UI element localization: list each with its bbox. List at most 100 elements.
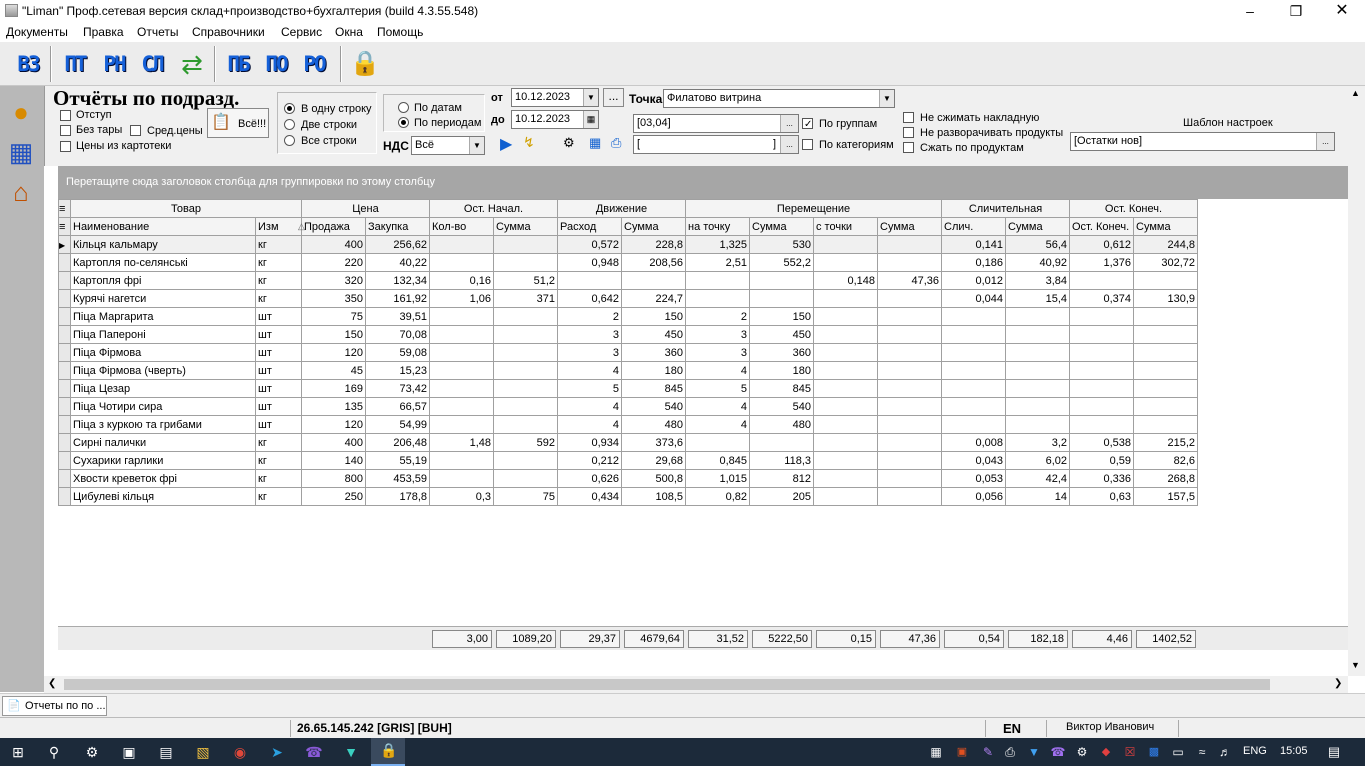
table-row[interactable]: Піца Чотири сира шт 135 66,57 4 540 4 540: [58, 397, 1198, 416]
sredceny-checkbox[interactable]: [130, 125, 141, 139]
chevron-down-icon[interactable]: ▼: [469, 137, 484, 154]
table-cell[interactable]: 75: [301, 307, 366, 326]
table-cell[interactable]: [877, 397, 942, 416]
table-cell[interactable]: 66,57: [365, 397, 430, 416]
table-cell[interactable]: [493, 235, 558, 254]
table-cell[interactable]: 845: [749, 379, 814, 398]
table-cell[interactable]: 228,8: [621, 235, 686, 254]
column-header[interactable]: Сумма: [749, 217, 814, 236]
band-header[interactable]: Перемещение: [685, 199, 942, 218]
table-cell[interactable]: [685, 433, 750, 452]
table-cell[interactable]: 3: [685, 325, 750, 344]
table-cell[interactable]: 4: [557, 361, 622, 380]
table-cell[interactable]: 812: [749, 469, 814, 488]
band-header[interactable]: Цена: [301, 199, 430, 218]
table-cell[interactable]: 0,186: [941, 253, 1006, 272]
tray-printer-icon[interactable]: ⎙: [1000, 742, 1020, 762]
folder-icon[interactable]: ▧: [193, 742, 213, 762]
table-cell[interactable]: 1,376: [1069, 253, 1134, 272]
volume-icon[interactable]: ♬: [1215, 742, 1235, 762]
table-cell[interactable]: 0,141: [941, 235, 1006, 254]
table-cell[interactable]: [813, 469, 878, 488]
table-cell[interactable]: шт: [255, 343, 302, 362]
table-row[interactable]: Піца Фірмова (чверть) шт 45 15,23 4 180 4 180: [58, 361, 1198, 380]
table-cell[interactable]: 268,8: [1133, 469, 1198, 488]
table-cell[interactable]: [1133, 361, 1198, 380]
by-groups-checkbox[interactable]: [802, 118, 813, 133]
table-cell[interactable]: [749, 289, 814, 308]
table-cell[interactable]: 0,948: [557, 253, 622, 272]
table-cell[interactable]: 150: [301, 325, 366, 344]
chart-icon[interactable]: ▦: [3, 134, 39, 170]
table-row[interactable]: Піца Фірмова шт 120 59,08 3 360 3 360: [58, 343, 1198, 362]
group-by-area[interactable]: Перетащите сюда заголовок столбца для гр…: [58, 166, 1348, 199]
table-cell[interactable]: [813, 487, 878, 506]
table-cell[interactable]: [813, 307, 878, 326]
table-cell[interactable]: Цибулеві кільця: [70, 487, 256, 506]
table-cell[interactable]: [877, 307, 942, 326]
table-cell[interactable]: 4: [685, 361, 750, 380]
table-cell[interactable]: 178,8: [365, 487, 430, 506]
table-cell[interactable]: [685, 271, 750, 290]
compress-products-checkbox[interactable]: [903, 142, 914, 156]
table-cell[interactable]: [493, 397, 558, 416]
column-header[interactable]: Сумма: [1133, 217, 1198, 236]
table-cell[interactable]: [813, 343, 878, 362]
table-cell[interactable]: кг: [255, 235, 302, 254]
table-cell[interactable]: [685, 289, 750, 308]
column-header[interactable]: Расход: [557, 217, 622, 236]
table-cell[interactable]: [429, 415, 494, 434]
document-app-icon[interactable]: ▤: [156, 742, 176, 762]
telegram-icon[interactable]: ➤: [267, 742, 287, 762]
table-cell[interactable]: 3: [557, 343, 622, 362]
table-cell[interactable]: [429, 361, 494, 380]
table-row[interactable]: Курячі нагетси кг 350 161,92 1,06 371 0,642 224…: [58, 289, 1198, 308]
table-cell[interactable]: [941, 325, 1006, 344]
category-filter-input[interactable]: [ ] ...: [633, 135, 799, 154]
tray-pen-icon[interactable]: ✎: [978, 742, 998, 762]
table-cell[interactable]: 180: [621, 361, 686, 380]
tray-gear-icon[interactable]: ⚙: [1072, 742, 1092, 762]
lock-icon[interactable]: 🔒: [348, 48, 382, 80]
table-cell[interactable]: 59,08: [365, 343, 430, 362]
table-cell[interactable]: 40,92: [1005, 253, 1070, 272]
binoculars-icon[interactable]: ⚙: [563, 135, 575, 151]
table-cell[interactable]: шт: [255, 397, 302, 416]
taskbar-language[interactable]: ENG: [1243, 745, 1267, 757]
table-cell[interactable]: 54,99: [365, 415, 430, 434]
table-cell[interactable]: [1005, 415, 1070, 434]
table-cell[interactable]: 5: [557, 379, 622, 398]
point-select[interactable]: Филатово витрина ▼: [663, 89, 895, 108]
table-cell[interactable]: 845: [621, 379, 686, 398]
band-header[interactable]: Ост. Начал.: [429, 199, 558, 218]
table-cell[interactable]: 0,845: [685, 451, 750, 470]
table-cell[interactable]: 55,19: [365, 451, 430, 470]
table-row[interactable]: Сирні палички кг 400 206,48 1,48 592 0,934 373,…: [58, 433, 1198, 452]
printer-icon[interactable]: ⎙: [611, 135, 621, 151]
table-cell[interactable]: [941, 397, 1006, 416]
band-header[interactable]: Ост. Конеч.: [1069, 199, 1198, 218]
table-cell[interactable]: 161,92: [365, 289, 430, 308]
table-cell[interactable]: 450: [749, 325, 814, 344]
table-cell[interactable]: 480: [621, 415, 686, 434]
table-cell[interactable]: [1133, 307, 1198, 326]
table-row[interactable]: Цибулеві кільця кг 250 178,8 0,3 75 0,434 108,5…: [58, 487, 1198, 506]
table-cell[interactable]: 169: [301, 379, 366, 398]
table-cell[interactable]: 4: [557, 397, 622, 416]
table-cell[interactable]: [493, 343, 558, 362]
table-cell[interactable]: Курячі нагетси: [70, 289, 256, 308]
table-cell[interactable]: 75: [493, 487, 558, 506]
viber-icon[interactable]: ☎: [304, 742, 324, 762]
table-cell[interactable]: [1005, 361, 1070, 380]
to-date-input[interactable]: 10.12.2023 ▦: [511, 110, 599, 129]
table-cell[interactable]: 320: [301, 271, 366, 290]
table-row[interactable]: Піца з куркою та грибами шт 120 54,99 4 480 4 4…: [58, 415, 1198, 434]
table-cell[interactable]: 250: [301, 487, 366, 506]
table-cell[interactable]: 0,374: [1069, 289, 1134, 308]
table-cell[interactable]: 0,538: [1069, 433, 1134, 452]
menu-service[interactable]: Сервис: [281, 25, 322, 39]
close-button[interactable]: ✕: [1319, 0, 1365, 22]
table-cell[interactable]: 453,59: [365, 469, 430, 488]
table-cell[interactable]: Піца Фірмова: [70, 343, 256, 362]
table-cell[interactable]: [493, 451, 558, 470]
